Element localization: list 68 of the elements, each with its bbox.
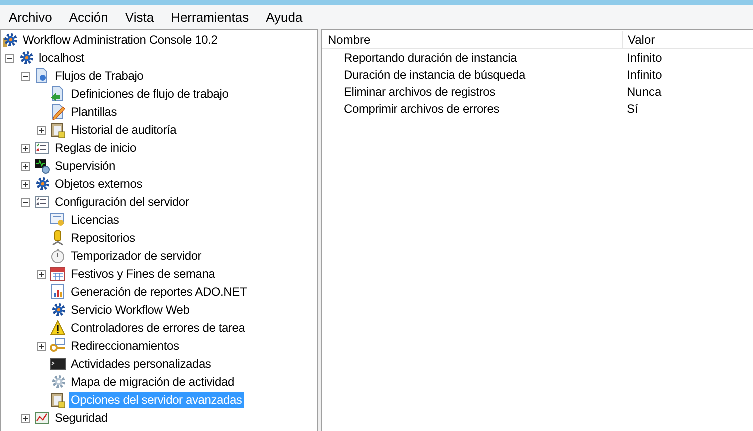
tree-item[interactable]: Temporizador de servidor bbox=[69, 248, 204, 264]
tree-item[interactable]: Controladores de errores de tarea bbox=[69, 320, 248, 336]
document-arrow-icon bbox=[50, 86, 66, 102]
stopwatch-icon bbox=[50, 248, 66, 264]
tree-item[interactable]: Seguridad bbox=[53, 410, 110, 426]
property-name: Eliminar archivos de registros bbox=[343, 84, 496, 98]
clipboard-icon bbox=[50, 122, 66, 138]
tree-item[interactable]: Plantillas bbox=[69, 104, 120, 120]
tree-item[interactable]: Reglas de inicio bbox=[53, 140, 139, 156]
property-value: Sí bbox=[626, 102, 638, 116]
menu-item[interactable]: Vista bbox=[125, 10, 154, 24]
property-value: Infinito bbox=[626, 50, 662, 64]
menu-item[interactable]: Herramientas bbox=[171, 10, 250, 24]
calendar-icon bbox=[50, 266, 66, 282]
tree-item[interactable]: Flujos de Trabajo bbox=[53, 68, 146, 84]
column-header[interactable]: Nombre bbox=[322, 31, 623, 48]
expander-icon[interactable] bbox=[21, 414, 30, 422]
menu-item[interactable]: Ayuda bbox=[266, 10, 303, 24]
tree-item[interactable]: Definiciones de flujo de trabajo bbox=[69, 86, 231, 102]
property-value: Infinito bbox=[626, 68, 662, 82]
expander-icon[interactable] bbox=[37, 126, 46, 134]
chart-icon bbox=[34, 410, 50, 426]
expander-icon[interactable] bbox=[21, 162, 30, 170]
property-value: Nunca bbox=[626, 84, 662, 98]
gear-icon bbox=[50, 374, 66, 390]
property-name: Comprimir archivos de errores bbox=[343, 102, 501, 116]
bar-chart-icon bbox=[50, 284, 66, 300]
tree-item[interactable]: Repositorios bbox=[69, 230, 138, 246]
tree-item[interactable]: Objetos externos bbox=[53, 176, 145, 192]
gear-key-icon bbox=[2, 32, 18, 48]
tree-item[interactable]: localhost bbox=[37, 50, 87, 66]
expander-icon[interactable] bbox=[37, 270, 46, 278]
tree-item[interactable]: Festivos y Fines de semana bbox=[69, 266, 218, 282]
warning-icon bbox=[50, 320, 66, 336]
gear-icon bbox=[34, 176, 50, 192]
tree-item[interactable]: Generación de reportes ADO.NET bbox=[69, 284, 250, 300]
tree-item[interactable]: Workflow Administration Console 10.2 bbox=[21, 32, 220, 48]
tree-item[interactable]: Servicio Workflow Web bbox=[69, 302, 192, 318]
key-icon bbox=[50, 338, 66, 354]
expander-icon[interactable] bbox=[21, 180, 30, 188]
tree-item[interactable]: Historial de auditoría bbox=[69, 122, 179, 138]
property-name: Reportando duración de instancia bbox=[343, 50, 518, 64]
cylinder-icon bbox=[50, 230, 66, 246]
menu-item[interactable]: Acción bbox=[69, 10, 108, 24]
terminal-icon bbox=[50, 356, 66, 372]
tree-item[interactable]: Mapa de migración de actividad bbox=[69, 374, 236, 390]
tree-item[interactable]: Licencias bbox=[69, 212, 122, 228]
expander-icon[interactable] bbox=[21, 198, 30, 206]
menu-item[interactable]: Archivo bbox=[9, 10, 52, 24]
list-icon bbox=[34, 194, 50, 210]
expander-icon[interactable] bbox=[21, 72, 30, 80]
certificate-icon bbox=[50, 212, 66, 228]
pencil-icon bbox=[50, 104, 66, 120]
document-icon bbox=[34, 68, 50, 84]
tree-item[interactable]: Actividades personalizadas bbox=[69, 356, 214, 372]
monitor-icon bbox=[34, 158, 50, 174]
expander-icon[interactable] bbox=[21, 144, 30, 152]
expander-icon[interactable] bbox=[5, 54, 14, 62]
column-header[interactable]: Valor bbox=[623, 32, 656, 46]
tree-item[interactable]: Redireccionamientos bbox=[69, 338, 182, 354]
property-name: Duración de instancia de búsqueda bbox=[343, 68, 527, 82]
gear-icon bbox=[50, 302, 66, 318]
checklist-icon bbox=[34, 140, 50, 156]
tree-item[interactable]: Configuración del servidor bbox=[53, 194, 192, 210]
expander-icon[interactable] bbox=[37, 342, 46, 350]
clipboard-icon bbox=[50, 392, 66, 408]
tree-item[interactable]: Supervisión bbox=[53, 158, 118, 174]
gear-icon bbox=[18, 50, 34, 66]
